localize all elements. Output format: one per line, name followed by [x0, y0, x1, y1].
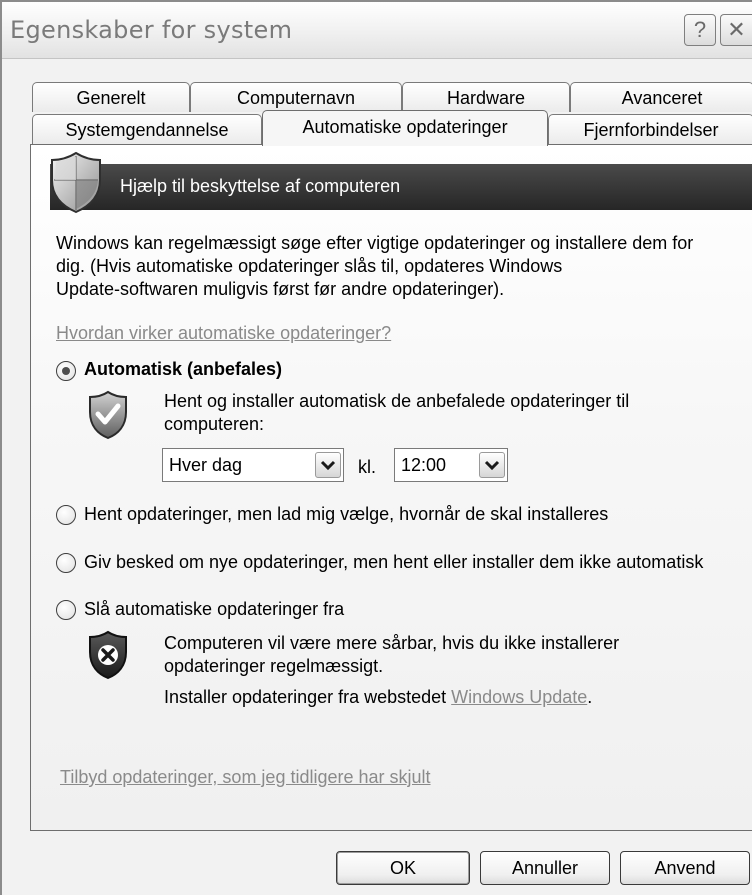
windows-update-link[interactable]: Windows Update	[451, 687, 587, 707]
frequency-dropdown-arrow[interactable]	[315, 452, 341, 478]
time-dropdown[interactable]: 12:00	[394, 448, 508, 482]
title-bar[interactable]: Egenskaber for system ? ✕	[2, 2, 752, 59]
frequency-dropdown[interactable]: Hver dag	[162, 448, 344, 482]
install-from-suffix: .	[587, 687, 593, 707]
tab-computer-name[interactable]: Computernavn	[190, 82, 402, 112]
tab-system-restore[interactable]: Systemgendannelse	[32, 114, 262, 144]
cancel-button[interactable]: Annuller	[480, 851, 610, 885]
radio-off-label[interactable]: Slå automatiske opdateringer fra	[84, 599, 344, 620]
intro-line-1: Windows kan regelmæssigt søge efter vigt…	[56, 233, 694, 253]
close-icon: ✕	[727, 17, 746, 42]
shield-check-icon	[89, 390, 127, 440]
radio-notify-only-label[interactable]: Giv besked om nye opdateringer, men hent…	[84, 552, 703, 573]
window-title: Egenskaber for system	[10, 16, 293, 44]
close-button[interactable]: ✕	[720, 14, 752, 46]
automatic-description-line-2: computeren:	[164, 414, 265, 434]
time-value: 12:00	[401, 455, 447, 475]
tab-remote[interactable]: Fjernforbindelser	[548, 114, 752, 144]
install-from-prefix: Installer opdateringer fra webstedet	[164, 687, 452, 707]
off-warning-line-1: Computeren vil være mere sårbar, hvis du…	[164, 633, 620, 653]
off-warning-line-2: opdateringer regelmæssigt.	[164, 656, 384, 676]
ok-button[interactable]: OK	[336, 851, 470, 885]
shield-x-icon	[89, 630, 127, 680]
chevron-down-icon	[320, 460, 336, 471]
intro-text: Windows kan regelmæssigt søge efter vigt…	[56, 232, 746, 301]
radio-download-only[interactable]	[56, 505, 76, 525]
intro-line-3: Update-softwaren muligvis først før andr…	[56, 279, 505, 299]
tab-general[interactable]: Generelt	[32, 82, 190, 112]
automatic-description: Hent og installer automatisk de anbefale…	[164, 390, 724, 436]
banner-title: Hjælp til beskyttelse af computeren	[120, 176, 401, 196]
frequency-value: Hver dag	[169, 455, 243, 475]
tab-hardware[interactable]: Hardware	[402, 82, 570, 112]
radio-automatic[interactable]	[56, 361, 76, 381]
help-icon: ?	[693, 17, 707, 42]
security-shield-icon	[51, 151, 101, 214]
automatic-description-line-1: Hent og installer automatisk de anbefale…	[164, 391, 630, 411]
help-button[interactable]: ?	[684, 14, 716, 46]
tab-advanced[interactable]: Avanceret	[570, 82, 752, 112]
intro-line-2: dig. (Hvis automatiske opdateringer slås…	[56, 256, 563, 276]
radio-notify-only[interactable]	[56, 553, 76, 573]
radio-off[interactable]	[56, 600, 76, 620]
tab-automatic-updates[interactable]: Automatiske opdateringer	[262, 110, 548, 146]
system-properties-window: Egenskaber for system ? ✕ Generelt Compu…	[0, 0, 752, 895]
radio-download-only-label[interactable]: Hent opdateringer, men lad mig vælge, hv…	[84, 504, 608, 525]
chevron-down-icon	[484, 460, 500, 471]
off-warning: Computeren vil være mere sårbar, hvis du…	[164, 632, 724, 678]
time-dropdown-arrow[interactable]	[479, 452, 505, 478]
apply-button[interactable]: Anvend	[620, 851, 750, 885]
hidden-updates-link[interactable]: Tilbyd opdateringer, som jeg tidligere h…	[60, 766, 431, 789]
time-prefix: kl.	[358, 457, 376, 477]
banner: Hjælp til beskyttelse af computeren	[50, 164, 752, 210]
radio-automatic-label[interactable]: Automatisk (anbefales)	[84, 359, 282, 380]
help-link[interactable]: Hvordan virker automatiske opdateringer?	[56, 322, 391, 345]
install-from-website: Installer opdateringer fra webstedet Win…	[164, 686, 724, 709]
